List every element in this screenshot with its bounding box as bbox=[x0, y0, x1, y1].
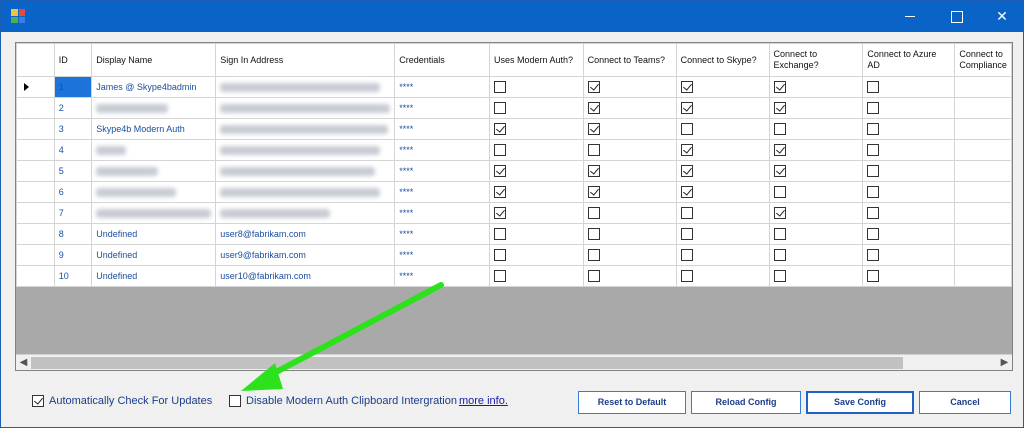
reset-to-default-button[interactable]: Reset to Default bbox=[578, 391, 686, 414]
app-window: ✕ ID Display Name Sign In Address Credentia… bbox=[0, 0, 1024, 428]
save-config-button[interactable]: Save Config bbox=[806, 391, 914, 414]
more-info-link[interactable]: more info. bbox=[459, 395, 508, 407]
footer-bar: Automatically Check For Updates Disable … bbox=[1, 391, 1023, 414]
auto-update-option[interactable]: Automatically Check For Updates bbox=[32, 395, 212, 407]
clipboard-label: Disable Modern Auth Clipboard Intergrati… bbox=[246, 395, 457, 407]
reload-config-button[interactable]: Reload Config bbox=[691, 391, 801, 414]
auto-update-label: Automatically Check For Updates bbox=[49, 395, 213, 407]
auto-update-checkbox[interactable] bbox=[32, 395, 44, 407]
green-arrow-annotation bbox=[241, 282, 444, 391]
clipboard-option[interactable]: Disable Modern Auth Clipboard Intergrati… bbox=[229, 395, 508, 407]
cancel-button[interactable]: Cancel bbox=[919, 391, 1011, 414]
clipboard-checkbox[interactable] bbox=[229, 395, 241, 407]
